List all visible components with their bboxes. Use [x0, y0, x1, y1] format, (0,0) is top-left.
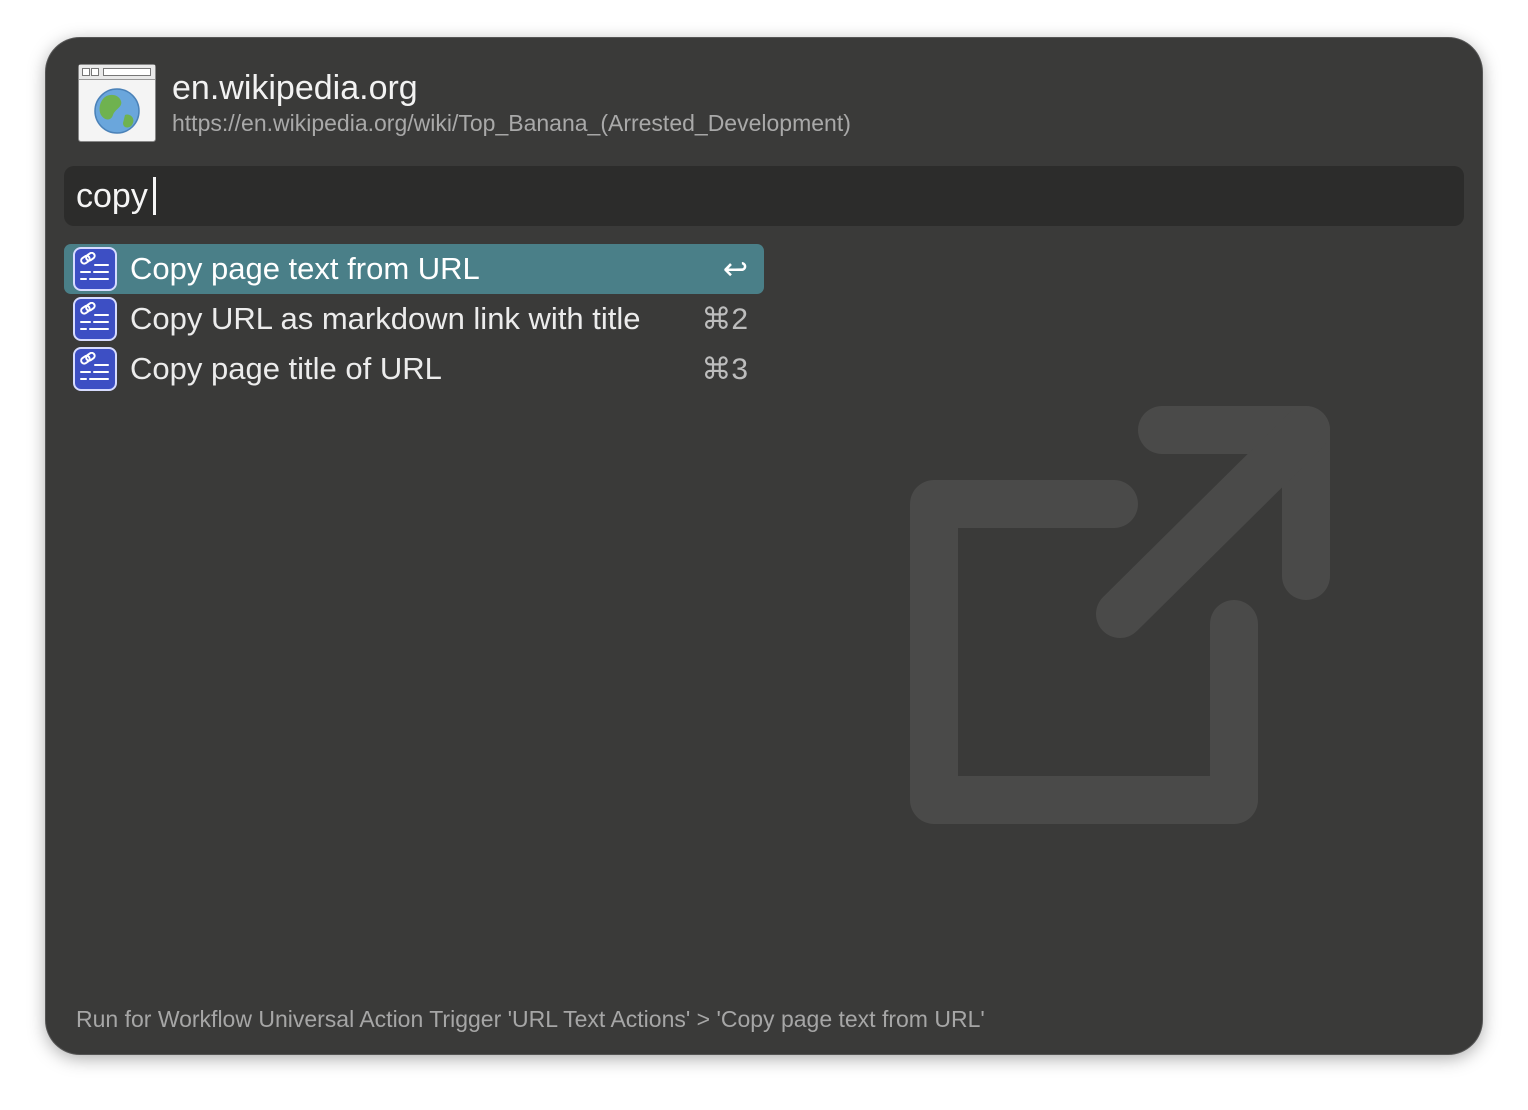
- result-shortcut: ⌘3: [701, 352, 748, 386]
- result-label: Copy page text from URL: [130, 251, 480, 286]
- site-url: https://en.wikipedia.org/wiki/Top_Banana…: [172, 110, 851, 136]
- site-title: en.wikipedia.org: [172, 69, 418, 107]
- results-list: Copy page text from URL ↩ Copy URL as ma…: [64, 244, 764, 394]
- text-caret: [152, 177, 156, 215]
- link-list-icon: [73, 247, 117, 291]
- header: en.wikipedia.org https://en.wikipedia.or…: [78, 62, 851, 144]
- alfred-window: en.wikipedia.org https://en.wikipedia.or…: [46, 38, 1482, 1054]
- browser-globe-icon: [78, 64, 156, 142]
- result-item[interactable]: Copy page text from URL ↩: [64, 244, 764, 294]
- search-input[interactable]: copy: [64, 166, 1464, 226]
- result-item[interactable]: Copy page title of URL ⌘3: [64, 344, 764, 394]
- result-shortcut: ⌘2: [701, 302, 748, 336]
- result-label: Copy URL as markdown link with title: [130, 301, 641, 336]
- status-footer: Run for Workflow Universal Action Trigge…: [76, 1006, 985, 1032]
- external-link-icon: [910, 406, 1330, 824]
- result-label: Copy page title of URL: [130, 351, 442, 386]
- link-list-icon: [73, 347, 117, 391]
- return-key-icon: ↩: [722, 252, 748, 286]
- link-list-icon: [73, 297, 117, 341]
- search-query[interactable]: copy: [76, 177, 148, 216]
- result-item[interactable]: Copy URL as markdown link with title ⌘2: [64, 294, 764, 344]
